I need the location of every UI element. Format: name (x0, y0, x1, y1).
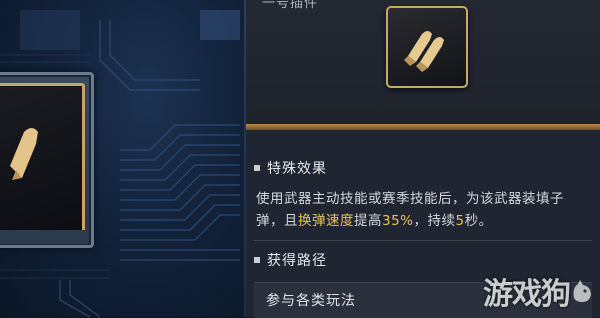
twin-bullets-icon (404, 31, 444, 72)
special-effect-description: 使用武器主动技能或赛季技能后，为该武器装填子弹，且换弹速度提高35%，持续5秒。 (256, 188, 586, 232)
section-divider (254, 240, 592, 241)
special-effect-title: 特殊效果 (267, 161, 327, 177)
gold-band (246, 124, 600, 130)
desc-text: ，持续 (413, 213, 456, 229)
item-detail-panel: 一号插件 特殊效果 使用武器主动技能或赛季技能后，为该武器装填子弹，且换弹速度提… (246, 0, 600, 318)
desc-text: 提高 (354, 213, 382, 229)
acquire-route-label: 参与各类玩法 (266, 293, 356, 309)
section-bullet (254, 257, 260, 263)
preview-chip-frame (0, 72, 94, 248)
item-title: 一号插件 (262, 0, 319, 11)
desc-text: 秒。 (464, 213, 493, 229)
watermark-text: 游戏狗 (483, 277, 571, 312)
chip-base (0, 230, 88, 244)
desc-highlight-reload: 换弹速度 (298, 213, 354, 229)
desc-highlight-percent: 35% (382, 213, 414, 229)
preview-chip-card (0, 83, 85, 237)
desc-highlight-duration: 5 (455, 213, 465, 229)
bullet-icon (10, 128, 38, 180)
left-preview-panel (0, 0, 246, 317)
dog-logo-icon (573, 280, 591, 302)
watermark: 游戏狗 (483, 269, 594, 313)
acquire-title: 获得路径 (267, 253, 327, 269)
acquire-header: 获得路径 (254, 250, 327, 270)
special-effect-header: 特殊效果 (254, 158, 327, 178)
item-icon-card (386, 6, 468, 88)
section-bullet (254, 165, 260, 171)
detail-header: 一号插件 (246, 0, 600, 124)
